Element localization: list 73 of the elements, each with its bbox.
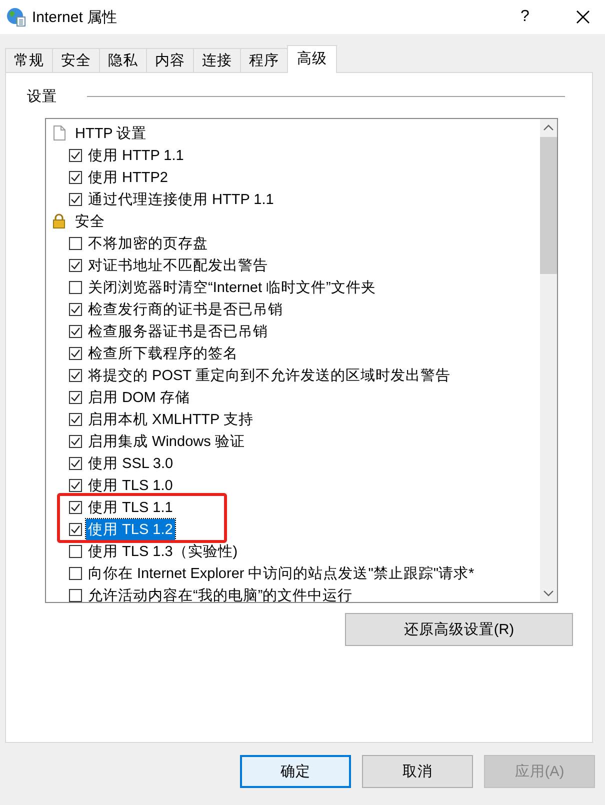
- setting-label[interactable]: 使用 TLS 1.0: [86, 474, 175, 496]
- setting-label[interactable]: 允许活动内容在“我的电脑”的文件中运行: [86, 584, 355, 602]
- checkbox[interactable]: [69, 258, 82, 272]
- group-title: 设置: [27, 88, 57, 106]
- page-icon: [51, 125, 67, 141]
- check-icon: [70, 348, 81, 358]
- checkbox[interactable]: [69, 500, 82, 514]
- check-icon: [70, 326, 81, 336]
- group-heading: 安全: [74, 212, 106, 232]
- setting-label[interactable]: 使用 TLS 1.2: [86, 518, 175, 540]
- check-icon: [70, 172, 81, 182]
- checkbox[interactable]: [69, 368, 82, 382]
- checkbox[interactable]: [69, 236, 82, 250]
- setting-label[interactable]: 对证书地址不匹配发出警告: [86, 254, 270, 276]
- setting-label[interactable]: 检查发行商的证书是否已吊销: [86, 298, 285, 320]
- setting-label[interactable]: 向你在 Internet Explorer 中访问的站点发送"禁止跟踪"请求*: [86, 562, 476, 584]
- checkbox[interactable]: [69, 192, 82, 206]
- check-icon: [70, 502, 81, 512]
- check-icon: [70, 436, 81, 446]
- setting-label[interactable]: 关闭浏览器时清空“Internet 临时文件”文件夹: [86, 276, 378, 298]
- setting-label[interactable]: 将提交的 POST 重定向到不允许发送的区域时发出警告: [86, 364, 452, 386]
- setting-label[interactable]: 不将加密的页存盘: [86, 232, 210, 254]
- checkbox[interactable]: [69, 456, 82, 470]
- scrollbar[interactable]: [540, 119, 557, 602]
- setting-label[interactable]: 使用 TLS 1.1: [86, 496, 175, 518]
- dialog-button[interactable]: 确定: [240, 755, 351, 788]
- setting-label[interactable]: 检查所下载程序的签名: [86, 342, 240, 364]
- setting-label[interactable]: 启用本机 XMLHTTP 支持: [86, 408, 256, 430]
- lock-icon: [51, 213, 67, 229]
- checkbox[interactable]: [69, 302, 82, 316]
- scroll-thumb[interactable]: [540, 137, 557, 274]
- check-icon: [70, 194, 81, 204]
- setting-label[interactable]: 使用 HTTP2: [86, 166, 170, 188]
- help-button[interactable]: ?: [497, 8, 553, 26]
- checkbox[interactable]: [69, 412, 82, 426]
- checkbox[interactable]: [69, 324, 82, 338]
- checkbox[interactable]: [69, 148, 82, 162]
- close-icon: [575, 9, 591, 25]
- checkbox[interactable]: [69, 566, 82, 580]
- setting-label[interactable]: 使用 SSL 3.0: [86, 452, 176, 474]
- check-icon: [70, 414, 81, 424]
- checkbox[interactable]: [69, 434, 82, 448]
- setting-label[interactable]: 使用 HTTP 1.1: [86, 144, 186, 166]
- setting-label[interactable]: 通过代理连接使用 HTTP 1.1: [86, 188, 276, 210]
- check-icon: [70, 150, 81, 160]
- checkbox[interactable]: [69, 170, 82, 184]
- restore-button[interactable]: 还原高级设置(R): [345, 613, 573, 646]
- tab[interactable]: 常规: [5, 48, 53, 72]
- scroll-down-icon: [543, 590, 554, 597]
- checkbox[interactable]: [69, 522, 82, 536]
- checkbox[interactable]: [69, 390, 82, 404]
- check-icon: [70, 304, 81, 314]
- check-icon: [70, 480, 81, 490]
- check-icon: [70, 392, 81, 402]
- dialog-button[interactable]: 取消: [362, 755, 473, 788]
- window-title: Internet 属性: [32, 8, 118, 26]
- setting-label[interactable]: 使用 TLS 1.3（实验性): [86, 540, 240, 562]
- checkbox[interactable]: [69, 346, 82, 360]
- scroll-up-icon: [543, 124, 554, 131]
- setting-label[interactable]: 检查服务器证书是否已吊销: [86, 320, 270, 342]
- check-icon: [70, 524, 81, 534]
- setting-label[interactable]: 启用集成 Windows 验证: [86, 430, 247, 452]
- tab[interactable]: 高级: [287, 45, 337, 73]
- checkbox[interactable]: [69, 478, 82, 492]
- check-icon: [70, 370, 81, 380]
- setting-label[interactable]: 启用 DOM 存储: [86, 386, 192, 408]
- checkbox[interactable]: [69, 280, 82, 294]
- checkbox[interactable]: [69, 544, 82, 558]
- check-icon: [70, 260, 81, 270]
- checkbox[interactable]: [69, 588, 82, 602]
- check-icon: [70, 458, 81, 468]
- group-heading: HTTP 设置: [74, 124, 148, 144]
- globe-icon: [6, 7, 26, 27]
